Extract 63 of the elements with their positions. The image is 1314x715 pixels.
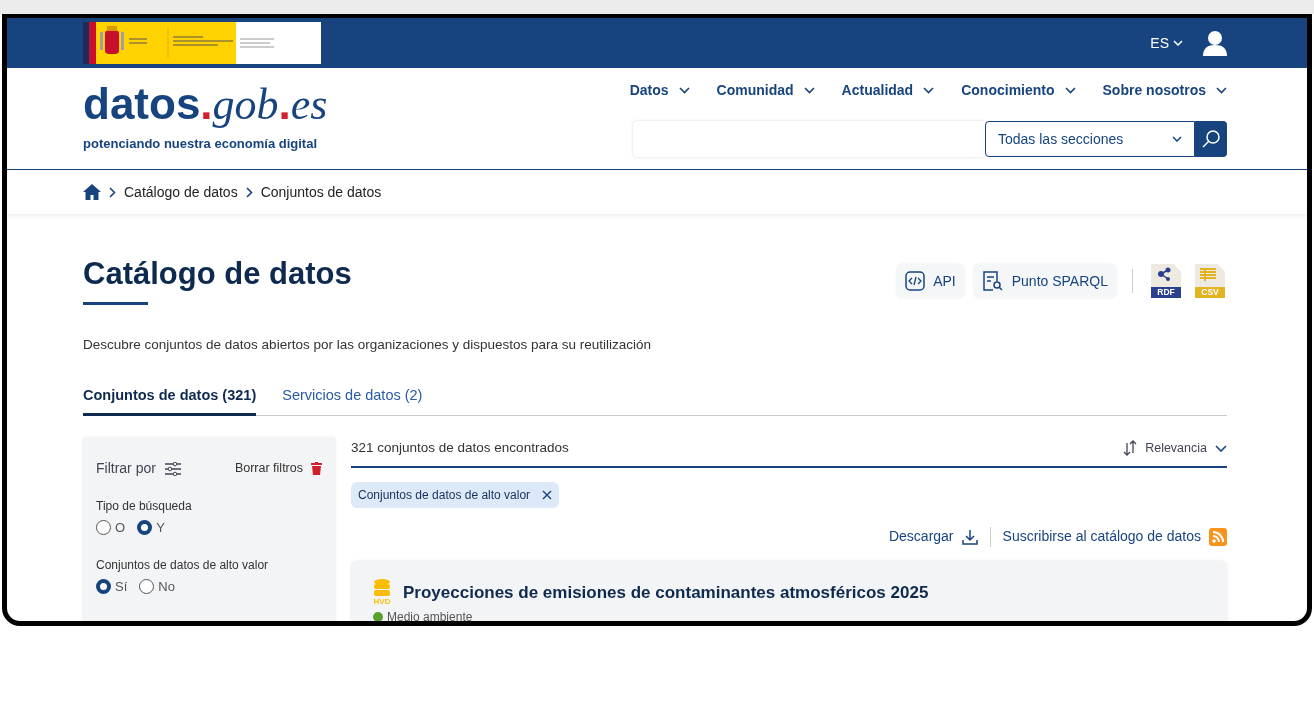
radio-option[interactable]: Sí xyxy=(96,576,128,596)
radio-button[interactable] xyxy=(137,520,153,536)
sliders-icon xyxy=(163,461,182,476)
user-icon[interactable] xyxy=(1203,30,1227,56)
trash-icon xyxy=(311,462,322,475)
sort-dropdown[interactable]: Relevancia xyxy=(1123,438,1227,458)
page-description: Descubre conjuntos de datos abiertos por las organizaciones y dispuestos para su reutilización xyxy=(83,336,653,354)
tab[interactable]: Conjuntos de datos (321) xyxy=(83,385,257,416)
document-search-icon xyxy=(981,270,1004,292)
dataset-title[interactable]: Proyecciones de emisiones de contaminantes atmosféricos 2025 xyxy=(403,580,929,606)
api-button[interactable]: API xyxy=(897,264,964,298)
radio-option[interactable]: No xyxy=(139,576,175,596)
tab[interactable]: Servicios de datos (2) xyxy=(282,385,423,416)
radio-button[interactable] xyxy=(96,520,111,536)
chevron-right-icon xyxy=(245,186,253,198)
nav-menu-item[interactable]: Conocimiento xyxy=(961,80,1076,101)
breadcrumb-link[interactable]: Catálogo de datos xyxy=(124,181,238,203)
file-format-icon[interactable]: RDF xyxy=(1151,264,1181,298)
home-icon[interactable] xyxy=(83,184,101,200)
site-logo[interactable]: datos.gob.es xyxy=(83,80,328,129)
chevron-down-icon xyxy=(1173,40,1183,46)
search-field[interactable] xyxy=(633,121,985,157)
nav-menu-item[interactable]: Actualidad xyxy=(841,80,935,101)
sort-icon xyxy=(1123,440,1138,457)
download-icon xyxy=(961,528,978,545)
radio-button[interactable] xyxy=(96,578,111,594)
chevron-down-icon xyxy=(1216,87,1227,94)
chevron-down-icon xyxy=(1172,136,1182,142)
chevron-down-icon xyxy=(923,87,935,94)
sparql-button[interactable]: Punto SPARQL xyxy=(973,264,1116,298)
clear-filters-button[interactable]: Borrar filtros xyxy=(234,459,322,478)
result-count: 321 conjuntos de datos encontrados xyxy=(351,439,569,457)
chevron-right-icon xyxy=(109,186,116,198)
title-underline xyxy=(83,302,148,305)
language-selector[interactable]: ES xyxy=(1150,32,1183,54)
section-dropdown[interactable]: Todas las secciones xyxy=(985,121,1195,157)
download-link[interactable]: Descargar xyxy=(888,526,978,548)
filter-group-label: Tipo de búsqueda xyxy=(96,498,193,515)
rss-icon xyxy=(1209,527,1227,546)
radio-option[interactable]: O xyxy=(96,518,126,538)
page-title: Catálogo de datos xyxy=(83,256,352,292)
hvd-badge: HVD xyxy=(373,579,391,607)
radio-button[interactable] xyxy=(139,578,155,594)
filter-title: Filtrar por xyxy=(96,459,156,478)
close-icon xyxy=(542,490,553,501)
dataset-card[interactable]: HVD Proyecciones de emisiones de contaminantes atmosféricos 2025 Medio ambiente xyxy=(351,561,1227,621)
nav-menu-item[interactable]: Datos xyxy=(629,80,690,101)
chevron-down-icon xyxy=(678,87,690,94)
chevron-down-icon xyxy=(1064,87,1076,94)
search-button[interactable] xyxy=(1195,121,1227,157)
chevron-down-icon xyxy=(803,87,815,94)
subscribe-link[interactable]: Suscribirse al catálogo de datos xyxy=(1002,526,1227,548)
tagline: potenciando nuestra economía digital xyxy=(83,135,319,153)
category-label: Medio ambiente xyxy=(387,609,473,621)
filter-chip[interactable]: Conjuntos de datos de alto valor xyxy=(351,482,560,509)
search-icon xyxy=(1201,129,1221,149)
nav-menu-item[interactable]: Sobre nosotros xyxy=(1102,80,1227,101)
filter-group-label: Conjuntos de datos de alto valor xyxy=(96,556,270,574)
radio-option[interactable]: Y xyxy=(137,518,165,538)
chevron-down-icon xyxy=(1215,444,1227,452)
nav-menu-item[interactable]: Comunidad xyxy=(716,80,815,101)
breadcrumb-link[interactable]: Conjuntos de datos xyxy=(260,181,382,203)
code-icon xyxy=(905,271,926,291)
